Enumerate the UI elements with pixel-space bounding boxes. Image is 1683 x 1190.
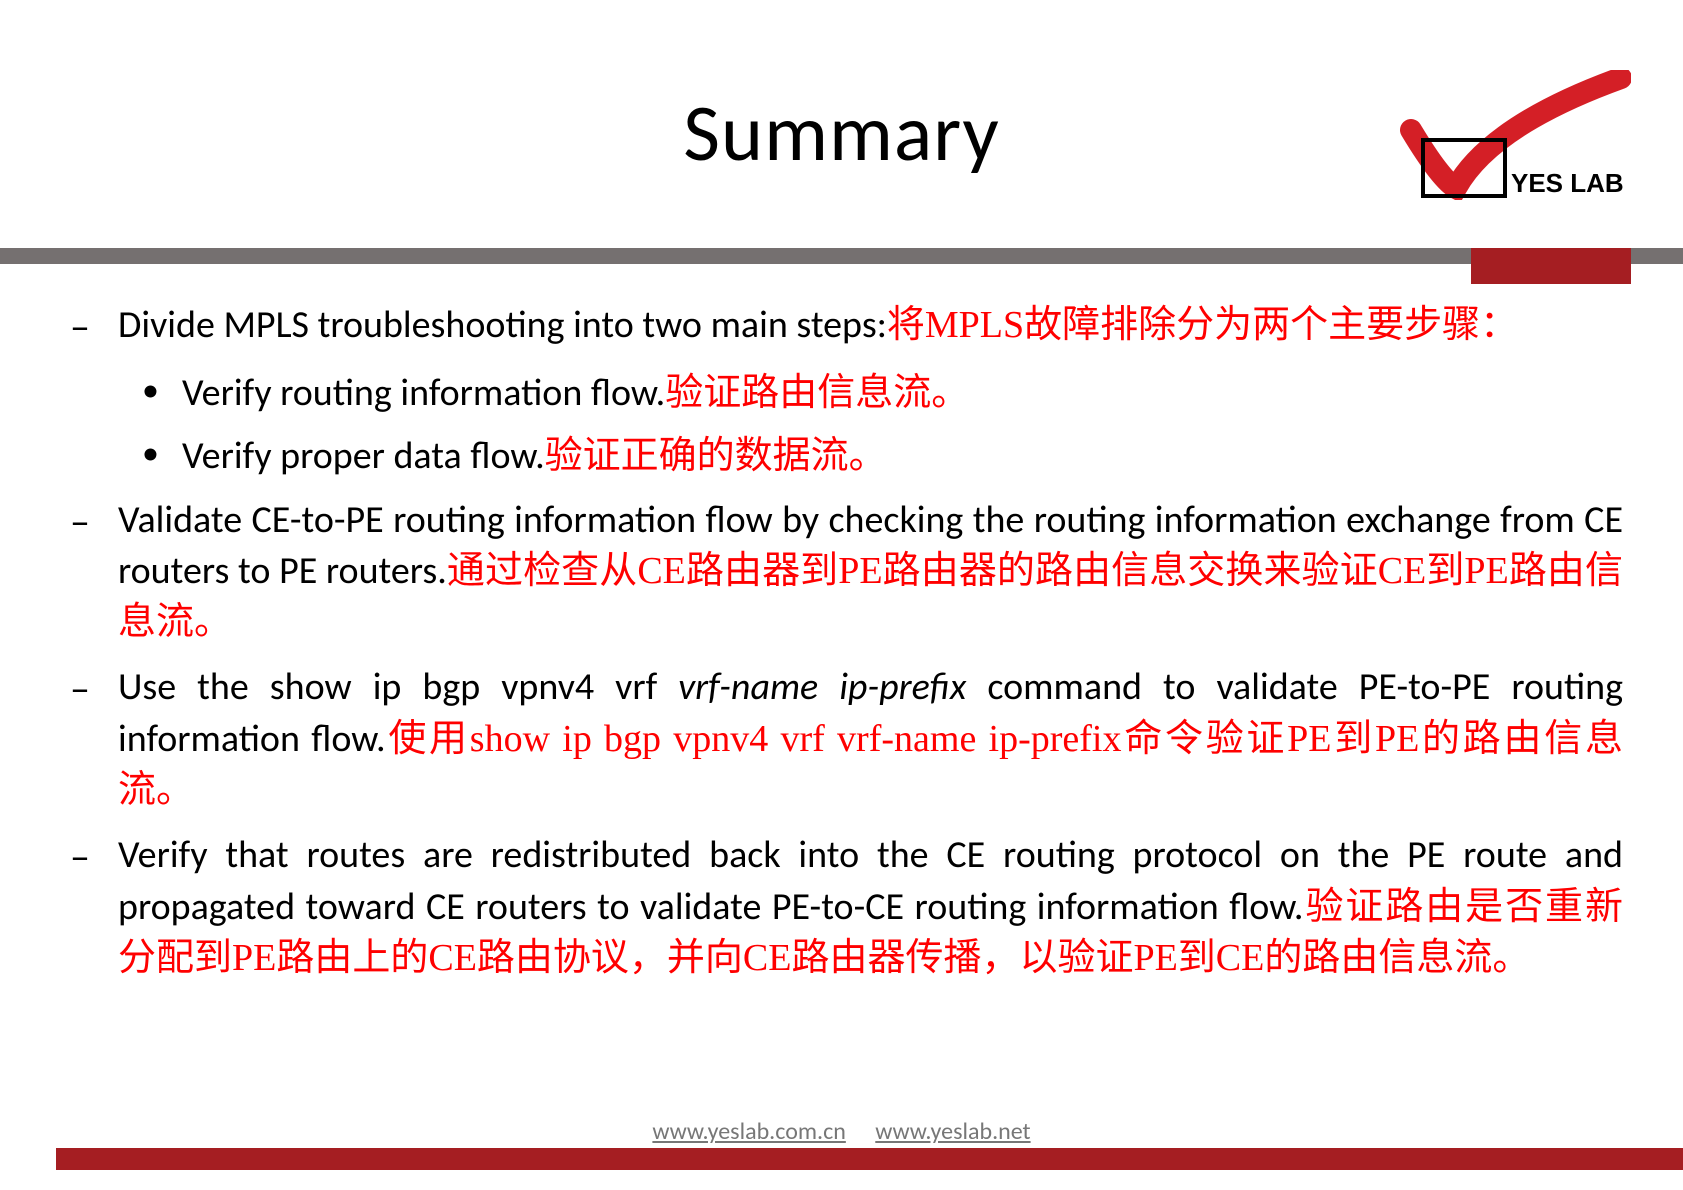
bullet-1-sub-1: • Verify routing information flow.验证路由信息… (142, 368, 1623, 419)
bullet-1-text-zh: 将MPLS故障排除分为两个主要步骤： (887, 304, 1518, 346)
slide: Summary YES LAB – Divide MPLS troublesho… (0, 0, 1683, 1190)
bottom-bar (56, 1148, 1683, 1170)
sub1-en: Verify routing information flow. (182, 370, 665, 416)
footer-link-1[interactable]: www.yeslab.com.cn (652, 1117, 845, 1146)
dash-icon: – (70, 662, 118, 816)
yeslab-logo: YES LAB (1371, 70, 1631, 200)
bullet-1: – Divide MPLS troubleshooting into two m… (70, 300, 1623, 354)
dash-icon: – (70, 300, 118, 354)
bullet-1-text-en: Divide MPLS troubleshooting into two mai… (118, 302, 887, 348)
sub1-zh: 验证路由信息流。 (665, 372, 969, 414)
divider (0, 248, 1683, 264)
footer: www.yeslab.com.cn www.yeslab.net (0, 1117, 1683, 1146)
bullet-3-text-en-a: Use the show ip bgp vpnv4 vrf (118, 664, 678, 710)
bullet-4: – Verify that routes are redistributed b… (70, 830, 1623, 984)
content: – Divide MPLS troubleshooting into two m… (70, 300, 1623, 998)
bullet-1-sub-2: • Verify proper data flow.验证正确的数据流。 (142, 431, 1623, 482)
divider-gray (0, 248, 1683, 264)
logo-text: YES LAB (1511, 168, 1624, 198)
dash-icon: – (70, 830, 118, 984)
bullet-dot-icon: • (142, 368, 182, 419)
sub2-zh: 验证正确的数据流。 (545, 435, 887, 477)
divider-red (1471, 248, 1631, 284)
bullet-dot-icon: • (142, 431, 182, 482)
bullet-3-text-en-ital: vrf-name ip-prefix (678, 664, 966, 710)
bullet-2: – Validate CE-to-PE routing information … (70, 495, 1623, 649)
bullet-3: – Use the show ip bgp vpnv4 vrf vrf-name… (70, 662, 1623, 816)
footer-link-2[interactable]: www.yeslab.net (875, 1117, 1030, 1146)
dash-icon: – (70, 495, 118, 649)
sub2-en: Verify proper data flow. (182, 433, 545, 479)
